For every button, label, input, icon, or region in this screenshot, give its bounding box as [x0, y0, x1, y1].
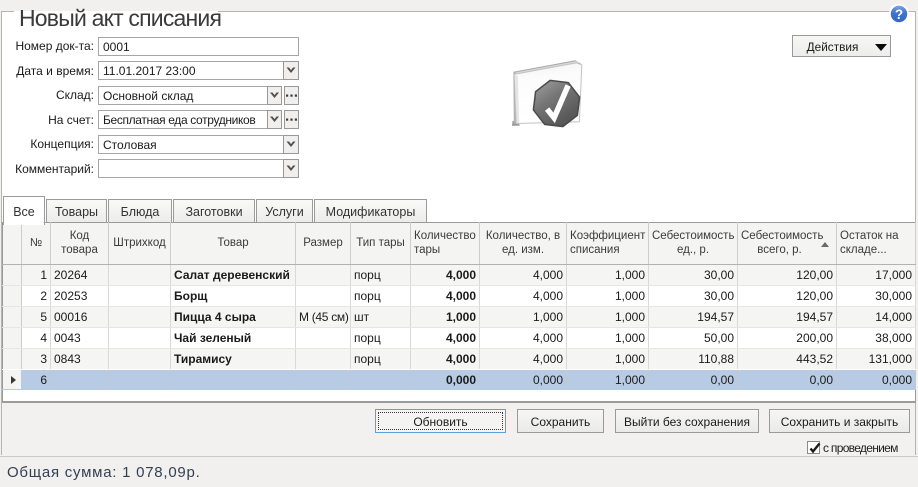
- svg-text:?: ?: [895, 7, 903, 22]
